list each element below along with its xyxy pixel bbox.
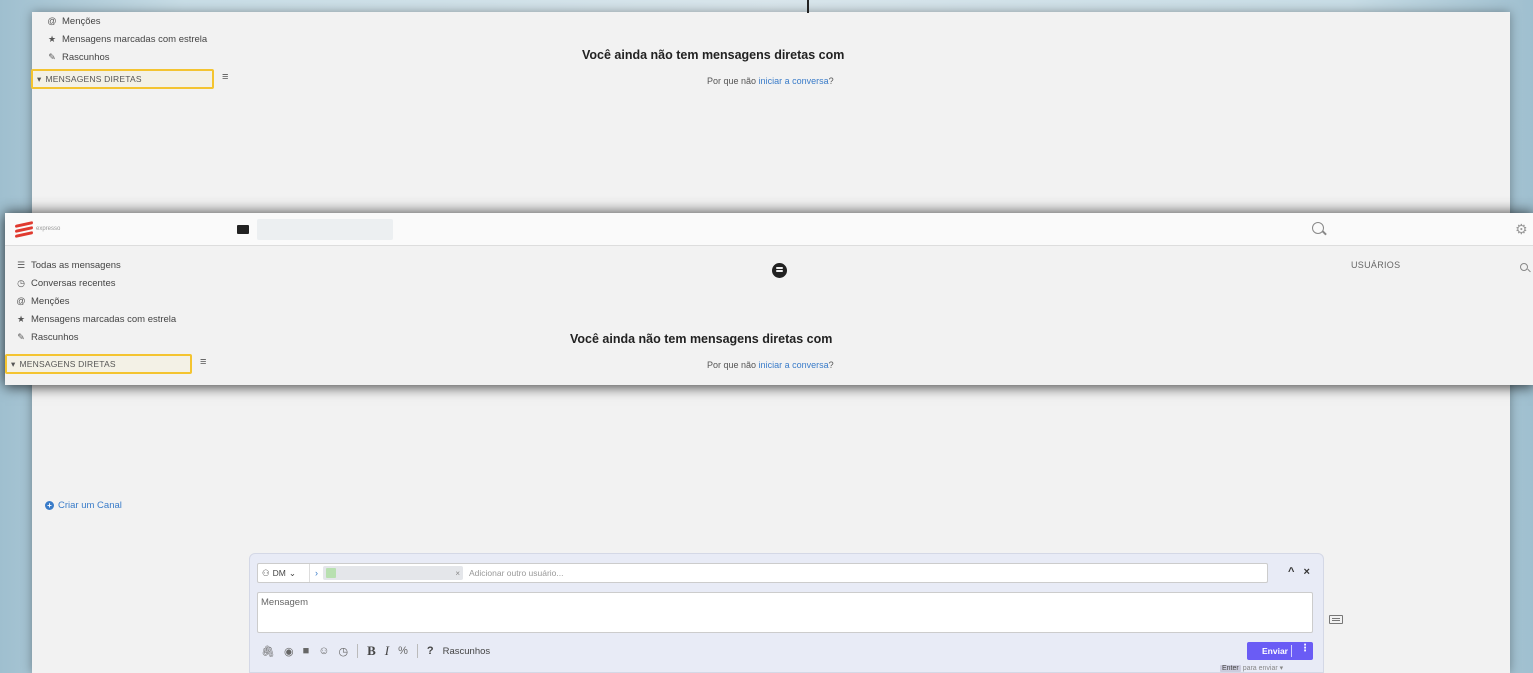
add-user-input[interactable]: Adicionar outro usuário... (469, 568, 564, 578)
direct-messages-header[interactable]: ▾ MENSAGENS DIRETAS (5, 354, 192, 374)
empty-prefix: Por que não (707, 76, 757, 86)
nav-item-mentions[interactable]: @ Menções (16, 292, 176, 310)
empty-state-title: Você ainda não tem mensagens diretas com (570, 332, 833, 346)
users-icon: ⚇ (262, 567, 270, 578)
nav-item-starred[interactable]: ★ Mensagens marcadas com estrela (47, 30, 207, 48)
toolbar-divider (357, 644, 359, 658)
empty-suffix: ? (828, 360, 834, 370)
recipient-row: ⚇ DM ⌄ › × Adicionar outro usuário... (257, 563, 1268, 583)
logo-text: expresso (36, 226, 61, 232)
create-channel-link[interactable]: + Criar um Canal (45, 500, 122, 511)
empty-prefix: Por que não (707, 360, 757, 370)
dm-list-icon[interactable]: ≡ (222, 71, 228, 83)
more-options-icon[interactable]: ⋮ (1300, 643, 1310, 654)
star-icon: ★ (47, 33, 57, 44)
nav-item-mentions[interactable]: @ Menções (47, 12, 207, 30)
nav-item-drafts[interactable]: ✎ Rascunhos (16, 328, 176, 346)
pencil-icon: ✎ (17, 331, 25, 342)
nav-item-drafts[interactable]: ✎ Rascunhos (47, 48, 207, 66)
bot-avatar (772, 263, 787, 278)
chevron-right-icon: › (315, 568, 318, 578)
toolbar-divider (416, 644, 418, 658)
logo-icon (15, 221, 33, 238)
send-button[interactable]: Enviar ⋮ (1247, 642, 1313, 660)
nav-item-recent[interactable]: ◷ Conversas recentes (16, 274, 176, 292)
at-icon: @ (47, 16, 57, 26)
help-icon[interactable]: ? (427, 645, 434, 657)
remove-recipient-icon[interactable]: × (455, 569, 460, 578)
eye-icon[interactable]: ◉ (284, 645, 294, 658)
empty-state-subtitle: Por que não iniciar a conversa? (707, 76, 834, 86)
empty-suffix: ? (828, 76, 834, 86)
plus-circle-icon: + (45, 501, 54, 510)
direct-messages-header[interactable]: ▾ MENSAGENS DIRETAS (31, 69, 214, 89)
nav-item-all-messages[interactable]: ☰ Todas as mensagens (16, 256, 176, 274)
overlay-nav: ☰ Todas as mensagens ◷ Conversas recente… (16, 256, 176, 346)
background-nav: @ Menções ★ Mensagens marcadas com estre… (47, 12, 207, 66)
create-channel-label: Criar um Canal (58, 500, 122, 511)
enter-hint-text[interactable]: para enviar ▾ (1243, 665, 1283, 672)
emoji-icon[interactable]: ☺ (318, 645, 329, 657)
dm-type-select[interactable]: ⚇ DM ⌄ (258, 564, 310, 582)
drafts-button[interactable]: Rascunhos (443, 646, 491, 657)
nav-item-label: Mensagens marcadas com estrela (62, 33, 208, 45)
at-icon: @ (16, 296, 26, 306)
chevron-down-icon: ⌄ (288, 567, 296, 578)
gear-icon[interactable]: ⚙ (1515, 221, 1528, 238)
recipient-avatar (326, 568, 336, 578)
compose-box: ⚇ DM ⌄ › × Adicionar outro usuário... ^ … (249, 553, 1324, 673)
text-cursor (807, 0, 809, 13)
clock-icon: ◷ (17, 277, 25, 288)
italic-icon[interactable]: I (385, 643, 389, 659)
recipient-pill[interactable]: × (323, 566, 463, 580)
compose-window-controls[interactable]: ^ × (1288, 566, 1313, 578)
envelope-icon[interactable] (237, 225, 249, 234)
bold-icon[interactable]: B (367, 643, 376, 659)
message-input[interactable]: Mensagem (257, 592, 1313, 633)
clock-icon[interactable]: ◷ (338, 645, 348, 658)
nav-item-label: Conversas recentes (31, 277, 116, 289)
start-conversation-link[interactable]: iniciar a conversa (759, 360, 829, 370)
nav-item-label: Rascunhos (62, 51, 110, 63)
direct-messages-label: MENSAGENS DIRETAS (19, 359, 116, 369)
send-split-divider (1291, 645, 1292, 657)
logo[interactable]: expresso (15, 221, 61, 238)
users-panel-title: USUÁRIOS (1351, 260, 1401, 270)
empty-state-title: Você ainda não tem mensagens diretas com (582, 48, 845, 62)
nav-item-label: Mensagens marcadas com estrela (31, 313, 177, 325)
start-conversation-link[interactable]: iniciar a conversa (759, 76, 829, 86)
direct-messages-label: MENSAGENS DIRETAS (45, 74, 142, 84)
nav-item-label: Menções (31, 295, 70, 307)
video-icon[interactable]: ■ (303, 645, 310, 657)
dm-select-label: DM (272, 568, 286, 578)
search-icon[interactable] (1312, 222, 1324, 234)
pencil-icon: ✎ (48, 51, 56, 62)
list-icon: ☰ (16, 259, 26, 270)
compose-toolbar: 🖇 ◉ ■ ☺ ◷ B I % ? Rascunhos (261, 643, 490, 659)
caret-down-icon: ▾ (11, 358, 16, 369)
enter-hint: Enter para enviar ▾ (1220, 664, 1283, 672)
enter-key: Enter (1220, 665, 1241, 672)
keyboard-icon[interactable] (1329, 615, 1343, 624)
empty-state-subtitle: Por que não iniciar a conversa? (707, 360, 834, 370)
nav-item-label: Todas as mensagens (31, 259, 121, 271)
nav-item-label: Menções (62, 15, 101, 27)
star-icon: ★ (16, 313, 26, 324)
channel-search-bar[interactable] (257, 219, 393, 240)
dm-list-icon[interactable]: ≡ (200, 356, 206, 368)
users-search-icon[interactable] (1520, 263, 1528, 271)
send-label: Enviar (1262, 646, 1288, 656)
caret-down-icon: ▾ (37, 73, 42, 84)
top-bar: expresso ⚙ (5, 213, 1533, 246)
link-icon[interactable]: % (398, 645, 408, 657)
overlay-window: expresso ⚙ ☰ Todas as mensagens ◷ Conver… (5, 213, 1533, 385)
nav-item-starred[interactable]: ★ Mensagens marcadas com estrela (16, 310, 176, 328)
attachment-icon[interactable]: 🖇 (261, 645, 275, 658)
nav-item-label: Rascunhos (31, 331, 79, 343)
